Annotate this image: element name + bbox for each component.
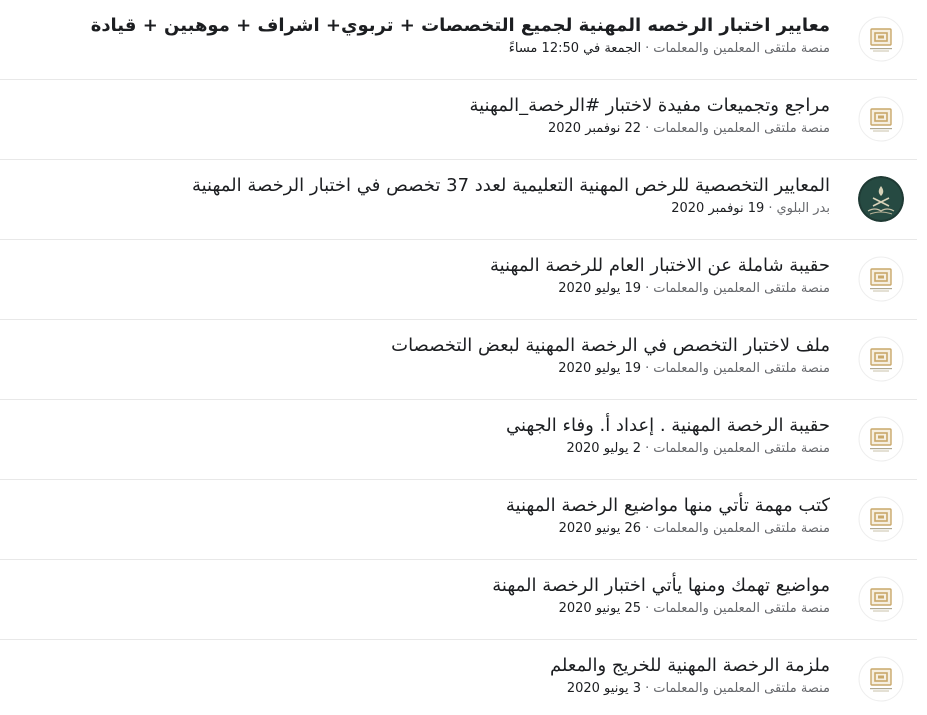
post-source[interactable]: منصة ملتقى المعلمين والمعلمات <box>653 521 830 536</box>
post-meta: منصة ملتقى المعلمين والمعلمات· 3 يونيو 20… <box>567 680 830 698</box>
post-meta: منصة ملتقى المعلمين والمعلمات·25 يونيو 2… <box>559 600 830 618</box>
gold-logo-icon <box>858 576 904 622</box>
list-item[interactable]: المعايير التخصصية للرخص المهنية التعليمي… <box>0 160 917 240</box>
emblem-icon <box>858 176 904 222</box>
post-source[interactable]: منصة ملتقى المعلمين والمعلمات <box>653 121 830 136</box>
avatar[interactable] <box>858 576 904 622</box>
post-title[interactable]: مواضيع تهمك ومنها يأتي اختبار الرخصة الم… <box>492 573 830 599</box>
avatar[interactable] <box>858 336 904 382</box>
avatar[interactable] <box>858 656 904 702</box>
post-meta: بدر البلوي· 19 نوفمبر 2020 <box>671 200 830 218</box>
gold-logo-icon <box>858 96 904 142</box>
post-date[interactable]: 2 يوليو 2020 <box>566 441 641 456</box>
post-title[interactable]: ملف لاختبار التخصص في الرخصة المهنية لبع… <box>391 333 830 359</box>
post-date[interactable]: 26 يونيو 2020 <box>559 521 642 536</box>
post-date[interactable]: 19 يوليو 2020 <box>558 361 641 376</box>
avatar[interactable] <box>858 16 904 62</box>
meta-separator: · <box>645 521 650 536</box>
post-list: معايير اختبار الرخصه المهنية لجميع التخص… <box>0 0 917 715</box>
gold-logo-icon <box>858 656 904 702</box>
list-item[interactable]: ملزمة الرخصة المهنية للخريج والمعلم منصة… <box>0 640 917 715</box>
post-title[interactable]: مراجع وتجميعات مفيدة لاختبار #الرخصة_الم… <box>469 93 830 119</box>
post-meta: منصة ملتقى المعلمين والمعلمات·26 يونيو 2… <box>559 520 830 538</box>
post-source[interactable]: منصة ملتقى المعلمين والمعلمات <box>653 41 830 56</box>
avatar[interactable] <box>858 176 904 222</box>
meta-separator: · <box>645 681 650 696</box>
post-title[interactable]: ملزمة الرخصة المهنية للخريج والمعلم <box>550 653 830 679</box>
post-meta: منصة ملتقى المعلمين والمعلمات· 22 نوفمبر … <box>548 120 830 138</box>
meta-separator: · <box>645 121 650 136</box>
post-source[interactable]: منصة ملتقى المعلمين والمعلمات <box>653 281 830 296</box>
list-item[interactable]: كتب مهمة تأتي منها مواضيع الرخصة المهنية… <box>0 480 917 560</box>
meta-separator: · <box>645 41 650 56</box>
post-source[interactable]: منصة ملتقى المعلمين والمعلمات <box>653 361 830 376</box>
list-item[interactable]: حقيبة شاملة عن الاختبار العام للرخصة الم… <box>0 240 917 320</box>
list-item[interactable]: ملف لاختبار التخصص في الرخصة المهنية لبع… <box>0 320 917 400</box>
post-source[interactable]: منصة ملتقى المعلمين والمعلمات <box>653 441 830 456</box>
post-source[interactable]: بدر البلوي <box>776 201 830 216</box>
list-item[interactable]: حقيبة الرخصة المهنية . إعداد أ. وفاء الج… <box>0 400 917 480</box>
post-meta: منصة ملتقى المعلمين والمعلمات· 2 يوليو 20… <box>566 440 830 458</box>
post-title[interactable]: المعايير التخصصية للرخص المهنية التعليمي… <box>192 173 830 199</box>
post-date[interactable]: 22 نوفمبر 2020 <box>548 121 641 136</box>
avatar[interactable] <box>858 96 904 142</box>
gold-logo-icon <box>858 16 904 62</box>
post-source[interactable]: منصة ملتقى المعلمين والمعلمات <box>653 681 830 696</box>
meta-separator: · <box>768 201 773 216</box>
post-title[interactable]: حقيبة شاملة عن الاختبار العام للرخصة الم… <box>490 253 830 279</box>
gold-logo-icon <box>858 496 904 542</box>
list-item[interactable]: معايير اختبار الرخصه المهنية لجميع التخص… <box>0 0 917 80</box>
post-date[interactable]: 19 نوفمبر 2020 <box>671 201 764 216</box>
post-source[interactable]: منصة ملتقى المعلمين والمعلمات <box>653 601 830 616</box>
avatar[interactable] <box>858 416 904 462</box>
post-title[interactable]: كتب مهمة تأتي منها مواضيع الرخصة المهنية <box>506 493 830 519</box>
meta-separator: · <box>645 361 650 376</box>
meta-separator: · <box>645 601 650 616</box>
post-date[interactable]: 3 يونيو 2020 <box>567 681 641 696</box>
gold-logo-icon <box>858 256 904 302</box>
meta-separator: · <box>645 441 650 456</box>
meta-separator: · <box>645 281 650 296</box>
post-date[interactable]: الجمعة في 12:50 مساءً <box>509 41 641 56</box>
post-meta: منصة ملتقى المعلمين والمعلمات· الجمعة في … <box>509 40 830 58</box>
gold-logo-icon <box>858 336 904 382</box>
post-title[interactable]: حقيبة الرخصة المهنية . إعداد أ. وفاء الج… <box>506 413 830 439</box>
post-meta: منصة ملتقى المعلمين والمعلمات· 19 يوليو 2… <box>558 360 830 378</box>
post-meta: منصة ملتقى المعلمين والمعلمات· 19 يوليو 2… <box>558 280 830 298</box>
avatar[interactable] <box>858 256 904 302</box>
post-date[interactable]: 25 يونيو 2020 <box>559 601 642 616</box>
gold-logo-icon <box>858 416 904 462</box>
list-item[interactable]: مراجع وتجميعات مفيدة لاختبار #الرخصة_الم… <box>0 80 917 160</box>
post-title[interactable]: معايير اختبار الرخصه المهنية لجميع التخص… <box>91 13 830 39</box>
post-date[interactable]: 19 يوليو 2020 <box>558 281 641 296</box>
list-item[interactable]: مواضيع تهمك ومنها يأتي اختبار الرخصة الم… <box>0 560 917 640</box>
avatar[interactable] <box>858 496 904 542</box>
